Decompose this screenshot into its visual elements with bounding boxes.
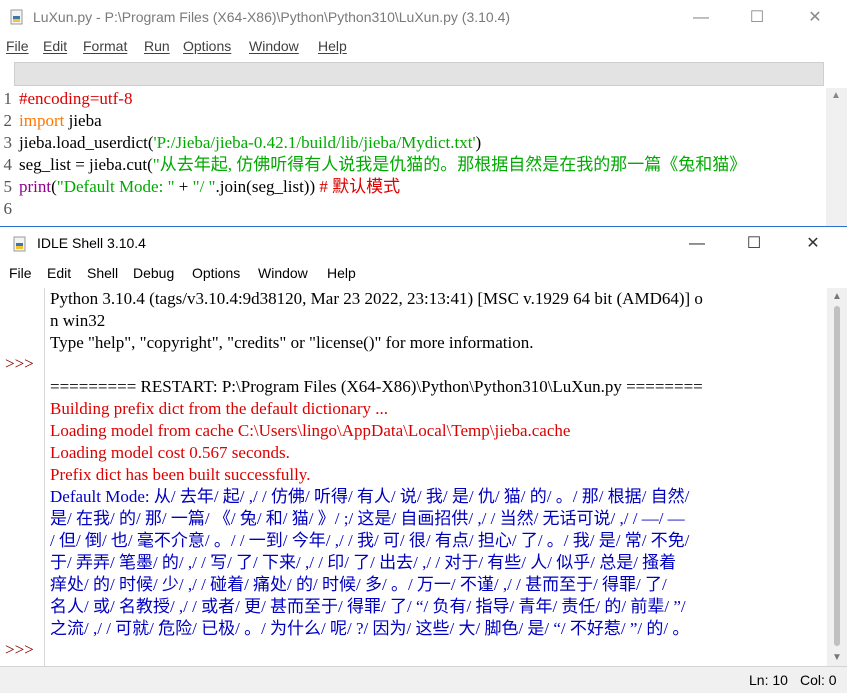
editor-menu-window[interactable]: Window: [249, 38, 299, 54]
minimize-icon[interactable]: —: [672, 0, 730, 35]
shell-output-area[interactable]: >>> >>> Python 3.10.4 (tags/v3.10.4:9d38…: [0, 288, 827, 666]
stderr-line: Loading model cost 0.567 seconds.: [50, 443, 290, 462]
python-file-icon: [13, 236, 26, 252]
code-string: 'P:/Jieba/jieba-0.42.1/build/lib/jieba/M…: [153, 133, 476, 152]
code-string: "从去年起, 仿佛听得有人说我是仇猫的。那根据自然是在我的那一篇《兔和猫》: [152, 155, 747, 174]
code-text: seg_list = jieba.cut(: [19, 155, 153, 174]
stdout-line: / 但/ 倒/ 也/ 毫不介意/ 。/ / 一到/ 今年/ ,/ / 我/ 可/…: [50, 531, 690, 550]
line-number: 6: [3, 199, 13, 218]
stdout-line: 痒处/ 的/ 时候/ 少/ ,/ / 碰着/ 痛处/ 的/ 时候/ 多/ 。/ …: [50, 575, 667, 594]
maximize-icon[interactable]: ☐: [728, 0, 786, 35]
line-number: 1: [3, 89, 13, 108]
restart-line: ========= RESTART: P:\Program Files (X64…: [50, 377, 703, 396]
line-indicator: Ln: 10: [749, 672, 788, 688]
stderr-line: Building prefix dict from the default di…: [50, 399, 389, 418]
code-line: seg_list = jieba.cut("从去年起, 仿佛听得有人说我是仇猫的…: [19, 154, 746, 176]
code-text: ): [475, 133, 482, 152]
scroll-up-icon[interactable]: ▲: [831, 90, 841, 101]
stderr-line: Prefix dict has been built successfully.: [50, 465, 311, 484]
shell-title-bar[interactable]: IDLE Shell 3.10.4 — ☐ ✕: [0, 227, 847, 261]
line-number: 2: [3, 111, 13, 130]
code-text: +: [174, 177, 193, 196]
code-comment: # 默认模式: [319, 177, 401, 196]
stdout-line: 名人/ 或/ 名教授/ ,/ / 或者/ 更/ 甚而至于/ 得罪/ 了/ “/ …: [50, 597, 686, 616]
editor-menu-format[interactable]: Format: [83, 38, 127, 54]
line-number: 5: [3, 177, 13, 196]
shell-scrollbar[interactable]: ▲ ▼: [827, 288, 847, 666]
stdout-line: 于/ 弄弄/ 笔墨/ 的/ ,/ / 写/ 了/ 下来/ ,/ / 印/ 了/ …: [50, 553, 677, 572]
column-indicator: Col: 0: [800, 672, 837, 688]
editor-scrollbar[interactable]: ▲: [826, 88, 847, 228]
stdout-line: Default Mode: 从/ 去年/ 起/ ,/ / 仿佛/ 听得/ 有人/…: [50, 487, 690, 506]
close-icon[interactable]: ✕: [784, 227, 842, 261]
code-builtin: print: [19, 177, 52, 196]
output-line: Type "help", "copyright", "credits" or "…: [50, 333, 534, 352]
shell-menu-edit[interactable]: Edit: [47, 265, 71, 281]
maximize-icon[interactable]: ☐: [725, 227, 783, 261]
editor-code-area[interactable]: 1 2 3 4 5 6 #encoding=utf-8 import jieba…: [0, 88, 826, 224]
editor-menu-options[interactable]: Options: [183, 38, 231, 54]
editor-title: LuXun.py - P:\Program Files (X64-X86)\Py…: [33, 9, 511, 25]
status-bar: Ln: 10 Col: 0: [0, 666, 847, 693]
line-number: 3: [3, 133, 13, 152]
scrollbar-thumb[interactable]: [834, 306, 840, 646]
python-file-icon: [10, 9, 23, 25]
editor-menu-file[interactable]: File: [6, 38, 29, 54]
shell-prompt: >>>: [5, 640, 34, 659]
scroll-down-icon[interactable]: ▼: [832, 652, 842, 663]
shell-menu-shell[interactable]: Shell: [87, 265, 118, 281]
close-icon[interactable]: ✕: [786, 0, 844, 35]
code-line: #encoding=utf-8: [19, 88, 746, 110]
code-text: .join(seg_list)): [215, 177, 320, 196]
shell-menu-window[interactable]: Window: [258, 265, 308, 281]
shell-prompt: >>>: [5, 354, 34, 373]
code-keyword: import: [19, 111, 65, 130]
line-number: 4: [3, 155, 13, 174]
output-line: n win32: [50, 311, 106, 330]
line-number-gutter: 1 2 3 4 5 6: [0, 88, 14, 224]
stdout-line: 之流/ ,/ / 可就/ 危险/ 已极/ 。/ 为什么/ 呢/ ?/ 因为/ 这…: [50, 619, 690, 638]
code-line: jieba.load_userdict('P:/Jieba/jieba-0.42…: [19, 132, 746, 154]
shell-title: IDLE Shell 3.10.4: [37, 235, 146, 251]
shell-menu-debug[interactable]: Debug: [133, 265, 174, 281]
shell-menu-options[interactable]: Options: [192, 265, 240, 281]
prompt-gutter: >>> >>>: [0, 288, 45, 666]
editor-title-bar[interactable]: LuXun.py - P:\Program Files (X64-X86)\Py…: [0, 0, 847, 35]
shell-window: IDLE Shell 3.10.4 — ☐ ✕ File Edit Shell …: [0, 226, 847, 693]
stdout-line: 是/ 在我/ 的/ 那/ 一篇/ 《/ 兔/ 和/ 猫/ 》/ ;/ 这是/ 自…: [50, 509, 685, 528]
editor-menu-run[interactable]: Run: [144, 38, 170, 54]
code-text: jieba: [64, 111, 102, 130]
code-comment: #encoding=utf-8: [19, 89, 133, 108]
code-string: "Default Mode: ": [56, 177, 175, 196]
editor-code-context-bar: [14, 62, 824, 86]
stderr-line: Loading model from cache C:\Users\lingo\…: [50, 421, 571, 440]
output-line: Python 3.10.4 (tags/v3.10.4:9d38120, Mar…: [50, 289, 703, 308]
editor-menu-edit[interactable]: Edit: [43, 38, 67, 54]
minimize-icon[interactable]: —: [668, 227, 726, 261]
scroll-up-icon[interactable]: ▲: [832, 291, 842, 302]
shell-text: Python 3.10.4 (tags/v3.10.4:9d38120, Mar…: [50, 288, 820, 666]
code-line: import jieba: [19, 110, 746, 132]
code-string: "/ ": [192, 177, 216, 196]
code-line: print("Default Mode: " + "/ ".join(seg_l…: [19, 176, 746, 198]
code-lines: #encoding=utf-8 import jieba jieba.load_…: [19, 88, 746, 220]
editor-menu-help[interactable]: Help: [318, 38, 347, 54]
shell-menu-help[interactable]: Help: [327, 265, 356, 281]
shell-menu-file[interactable]: File: [9, 265, 32, 281]
code-text: jieba.load_userdict(: [19, 133, 154, 152]
